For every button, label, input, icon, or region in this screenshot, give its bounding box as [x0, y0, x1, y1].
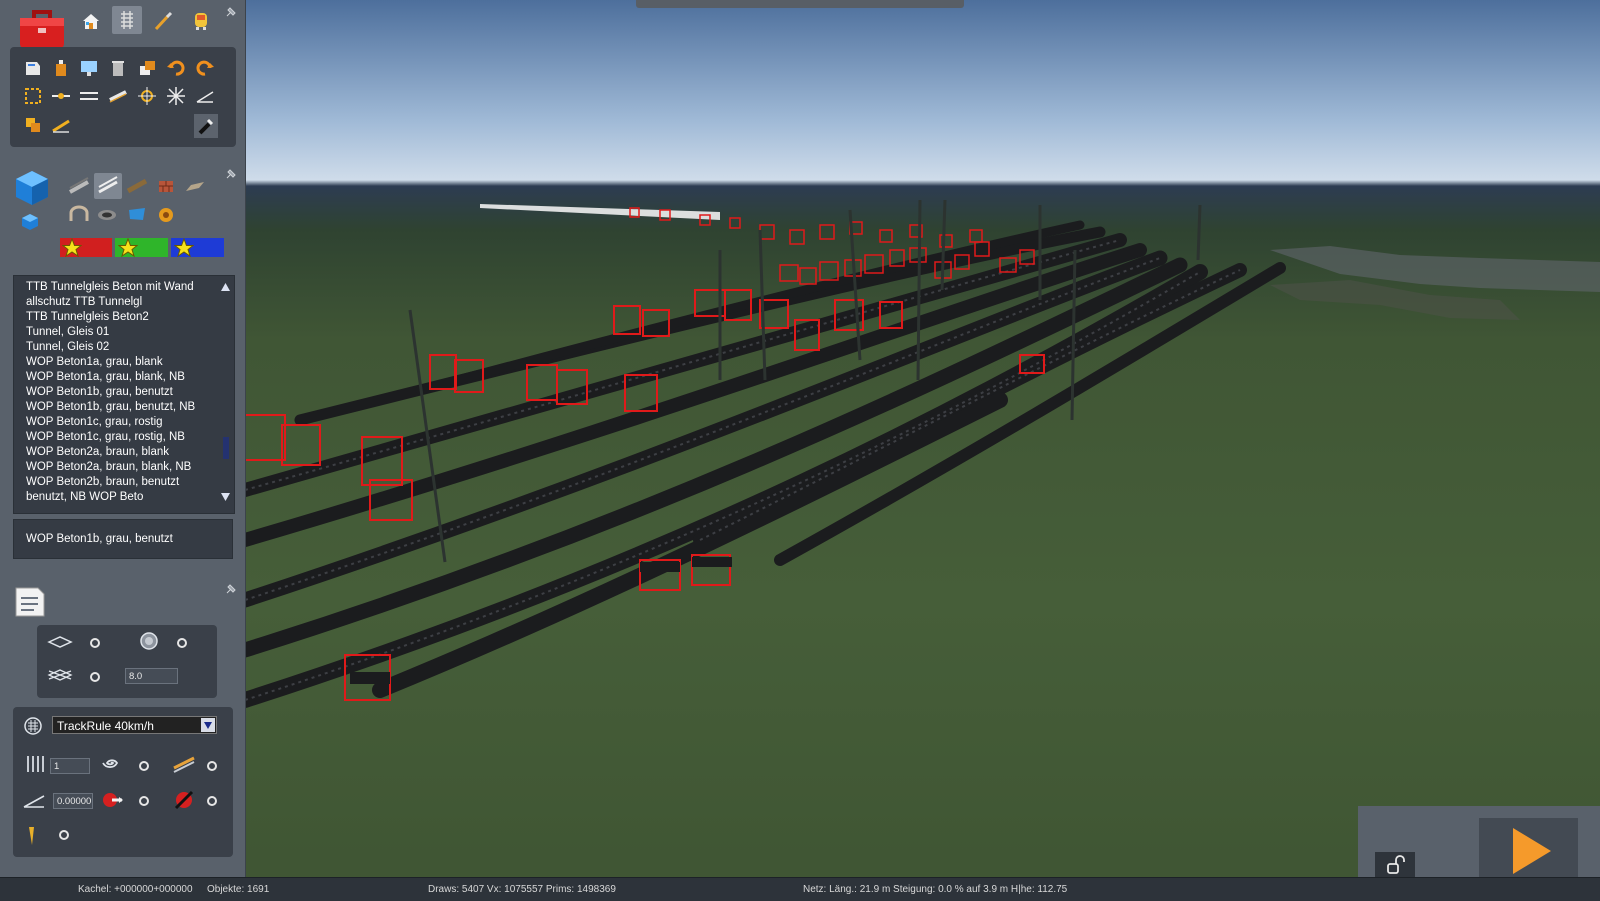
paste-icon[interactable]	[22, 114, 44, 136]
undo-icon[interactable]	[165, 57, 187, 79]
play-icon	[1513, 828, 1551, 874]
count-field[interactable]: 1	[50, 758, 90, 774]
get-info-icon[interactable]	[22, 57, 44, 79]
list-item[interactable]: WOP Beton1a, grau, blank, NB	[26, 370, 221, 385]
list-item[interactable]: WOP Beton1b, grau, benutzt	[26, 385, 221, 400]
chevron-down-icon[interactable]	[201, 718, 215, 732]
list-item[interactable]: TTB Tunnelgleis Beton mit Wand	[26, 280, 221, 295]
home-icon[interactable]	[78, 8, 104, 34]
status-objekte: Objekte: 1691	[207, 884, 270, 895]
height-spline-radio[interactable]	[90, 672, 100, 682]
rail-ramp-icon	[173, 756, 195, 773]
toolbox-icon[interactable]	[16, 4, 68, 52]
list-item[interactable]: WOP Beton1c, grau, rostig, NB	[26, 430, 221, 445]
copy-icon[interactable]	[136, 57, 158, 79]
tunnel-icon[interactable]	[94, 203, 120, 225]
eyedropper-icon[interactable]	[194, 114, 218, 138]
properties-icon[interactable]	[12, 582, 48, 620]
marker-pin-radio[interactable]	[59, 830, 69, 840]
paint-brush-icon[interactable]	[150, 8, 176, 34]
asset-list[interactable]: TTB Tunnelgleis Beton mit Wand allschutz…	[13, 275, 235, 514]
tool-panel: TTB Tunnelgleis Beton mit Wand allschutz…	[0, 0, 246, 877]
scroll-down-icon[interactable]	[220, 492, 231, 502]
pin-icon[interactable]	[225, 6, 237, 18]
status-kachel: Kachel: +000000+000000	[78, 884, 193, 895]
angle-icon[interactable]	[194, 85, 216, 107]
magnet-red-radio[interactable]	[139, 796, 149, 806]
straighten-icon[interactable]	[107, 85, 129, 107]
list-item[interactable]: WOP Beton2a, braun, blank	[26, 445, 221, 460]
split-spline-icon[interactable]	[50, 85, 72, 107]
flat-spline-radio[interactable]	[90, 638, 100, 648]
status-bar: Kachel: +000000+000000 Objekte: 1691 Dra…	[0, 877, 1600, 901]
list-item[interactable]: Tunnel, Gleis 02	[26, 340, 221, 355]
water-icon[interactable]	[124, 203, 150, 225]
pin-icon[interactable]	[225, 168, 237, 180]
spiral-radio[interactable]	[139, 761, 149, 771]
bridge-track-icon[interactable]	[124, 175, 150, 197]
magnet-dark-icon	[174, 790, 194, 810]
spiral-icon	[102, 759, 119, 769]
magnet-dark-radio[interactable]	[207, 796, 217, 806]
monitor-icon[interactable]	[78, 57, 100, 79]
unlock-icon	[1387, 855, 1405, 874]
sleepers-icon	[27, 756, 44, 772]
brick-icon[interactable]	[153, 175, 179, 197]
list-item[interactable]: allschutz TTB Tunnelgl	[26, 295, 221, 310]
viewport-top-handle[interactable]	[636, 0, 964, 8]
grade-field[interactable]: 0.00000	[53, 793, 93, 809]
rail-ramp-radio[interactable]	[207, 761, 217, 771]
track-icon[interactable]	[66, 175, 92, 197]
arch-icon[interactable]	[66, 203, 92, 225]
spline-options-section: 8.0	[37, 625, 217, 698]
scroll-thumb[interactable]	[223, 437, 229, 459]
driver-icon[interactable]	[188, 8, 214, 34]
grade-angle-icon	[23, 795, 45, 808]
redo-icon[interactable]	[194, 57, 216, 79]
asset-cube-icon[interactable]	[12, 168, 52, 208]
crosshair-icon[interactable]	[165, 85, 187, 107]
selected-asset-label: WOP Beton1b, grau, benutzt	[13, 519, 233, 559]
list-item[interactable]: TTB Tunnelgleis Beton2	[26, 310, 221, 325]
height-spline-icon	[47, 669, 73, 681]
edit-tools-section	[10, 47, 236, 147]
list-item[interactable]: WOP Beton2a, braun, blank, NB	[26, 460, 221, 475]
star-icon	[62, 238, 82, 258]
status-netz: Netz: Läng.: 21.9 m Steigung: 0.0 % auf …	[803, 884, 1068, 895]
list-item[interactable]: benutzt, NB WOP Beto	[26, 490, 221, 505]
scroll-up-icon[interactable]	[220, 282, 231, 292]
track-rule-icon	[24, 717, 42, 735]
list-item[interactable]: WOP Beton1b, grau, benutzt, NB	[26, 400, 221, 415]
height-value-field[interactable]: 8.0	[125, 668, 178, 684]
join-spline-icon[interactable]	[78, 85, 100, 107]
pin-icon[interactable]	[225, 583, 237, 595]
track-mode-icon[interactable]	[112, 6, 142, 34]
ruler-icon[interactable]	[50, 114, 72, 136]
circle-spline-radio[interactable]	[177, 638, 187, 648]
marquee-select-icon[interactable]	[22, 85, 44, 107]
status-draws: Draws: 5407 Vx: 1075557 Prims: 1498369	[428, 884, 616, 895]
list-item[interactable]: WOP Beton1a, grau, blank	[26, 355, 221, 370]
track-rule-dropdown[interactable]: TrackRule 40km/h	[52, 716, 217, 734]
junction-icon[interactable]	[153, 203, 179, 225]
platform-icon[interactable]	[182, 175, 208, 197]
smooth-icon[interactable]	[136, 85, 158, 107]
star-icon	[118, 238, 138, 258]
select-object-icon[interactable]	[50, 57, 72, 79]
list-item[interactable]: WOP Beton1c, grau, rostig	[26, 415, 221, 430]
circle-spline-icon	[140, 632, 158, 650]
asset-list-scrollbar[interactable]	[220, 282, 231, 502]
rail-icon[interactable]	[94, 173, 122, 199]
marker-pin-icon	[29, 827, 34, 845]
lock-button[interactable]	[1375, 852, 1415, 878]
list-item[interactable]: WOP Beton2b, braun, benutzt	[26, 475, 221, 490]
small-cube-icon[interactable]	[20, 212, 40, 232]
flat-spline-icon	[47, 636, 73, 648]
list-item[interactable]: Tunnel, Gleis 01	[26, 325, 221, 340]
track-rule-value: TrackRule 40km/h	[57, 719, 154, 733]
star-icon	[174, 238, 194, 258]
trash-icon[interactable]	[107, 57, 129, 79]
magnet-red-icon	[103, 793, 123, 807]
play-button[interactable]	[1479, 818, 1578, 878]
